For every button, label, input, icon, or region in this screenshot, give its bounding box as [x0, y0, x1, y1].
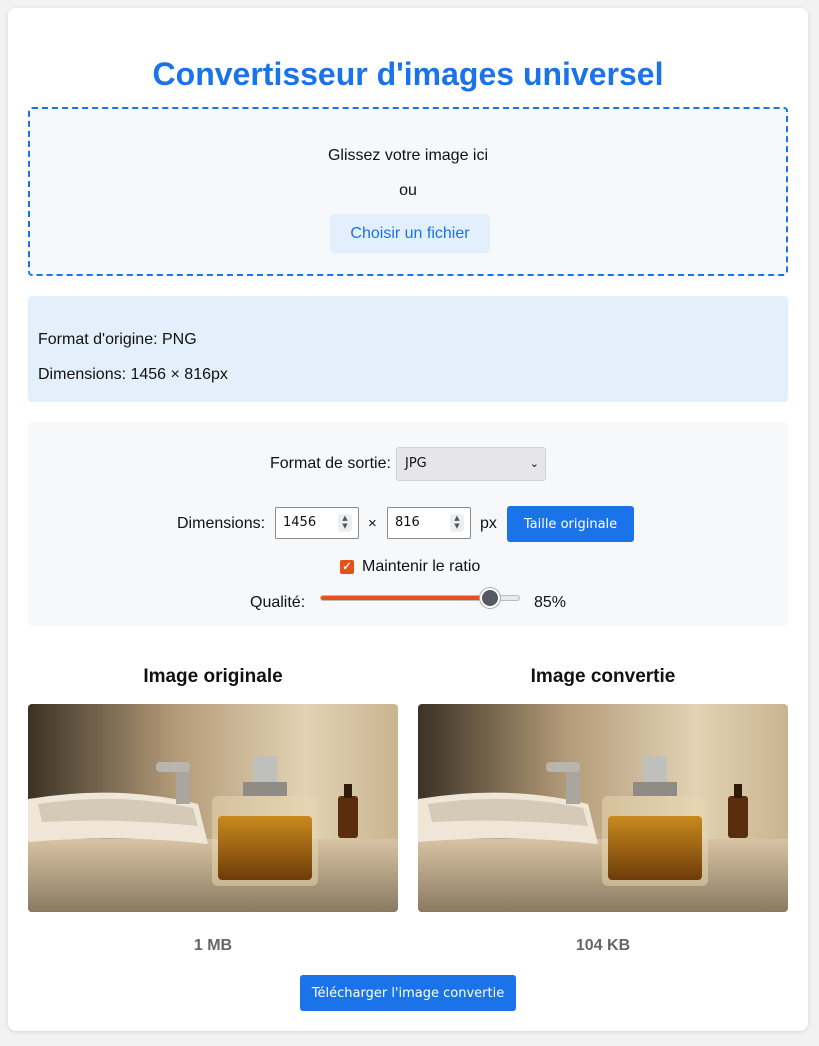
settings-panel: Format de sortie: JPG ⌄ Dimensions: 1456… — [28, 422, 788, 626]
output-format-value: JPG — [405, 456, 427, 471]
height-input[interactable]: 816 ▲ ▼ — [387, 507, 471, 539]
original-file-size: 1 MB — [193, 937, 233, 954]
keep-ratio-label: Maintenir le ratio — [362, 558, 481, 575]
quality-label: Qualité: — [250, 594, 306, 611]
original-size-button[interactable]: Taille originale — [507, 506, 634, 542]
converted-file-size: 104 KB — [575, 937, 631, 954]
perfume-photo-converted — [418, 704, 788, 912]
height-value: 816 — [395, 515, 420, 530]
quality-value: 85% — [534, 594, 567, 611]
drop-zone-text: Glissez votre image ici — [327, 147, 489, 164]
quality-slider-fill — [321, 596, 491, 600]
drop-zone-or: ou — [399, 182, 417, 199]
converter-card: Convertisseur d'images universel Glissez… — [8, 8, 808, 1031]
choose-file-button[interactable]: Choisir un fichier — [330, 214, 490, 253]
drop-zone[interactable]: Glissez votre image ici ou Choisir un fi… — [28, 107, 788, 276]
converted-image-title: Image convertie — [530, 666, 676, 687]
original-format: Format d'origine: PNG — [38, 331, 197, 348]
width-value: 1456 — [283, 515, 317, 530]
height-stepper-icon[interactable]: ▲ ▼ — [450, 514, 464, 532]
page-title: Convertisseur d'images universel — [152, 56, 664, 92]
original-image-preview — [28, 704, 398, 912]
width-input[interactable]: 1456 ▲ ▼ — [275, 507, 359, 539]
keep-ratio-checkbox[interactable]: ✓ — [340, 560, 354, 574]
original-image-title: Image originale — [143, 666, 283, 687]
width-stepper-icon[interactable]: ▲ ▼ — [338, 514, 352, 532]
quality-slider-thumb[interactable] — [480, 588, 500, 608]
unit-label: px — [480, 515, 497, 532]
chevron-down-icon: ⌄ — [529, 457, 539, 470]
dimensions-label: Dimensions: — [177, 515, 266, 532]
original-dimensions: Dimensions: 1456 × 816px — [38, 366, 228, 383]
times-sign: × — [368, 515, 377, 532]
output-format-label: Format de sortie: — [270, 455, 391, 472]
download-button[interactable]: Télécharger l'image convertie — [300, 975, 516, 1011]
perfume-photo-original — [28, 704, 398, 912]
file-info-panel: Format d'origine: PNG Dimensions: 1456 ×… — [28, 296, 788, 402]
converted-image-preview — [418, 704, 788, 912]
output-format-select[interactable]: JPG ⌄ — [396, 447, 546, 481]
